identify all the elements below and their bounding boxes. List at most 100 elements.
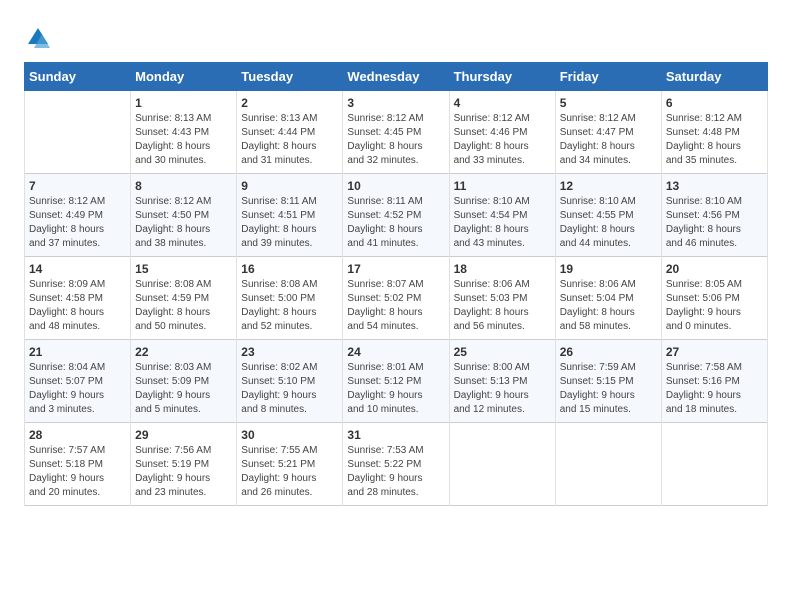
day-content: Sunrise: 7:58 AM Sunset: 5:16 PM Dayligh…: [666, 361, 763, 417]
calendar-week: 1 Sunrise: 8:13 AM Sunset: 4:43 PM Daylig…: [25, 91, 768, 174]
day-number: 31: [347, 428, 444, 442]
calendar-body: 1 Sunrise: 8:13 AM Sunset: 4:43 PM Daylig…: [25, 91, 768, 506]
day-number: 26: [560, 345, 657, 359]
calendar-cell: 5 Sunrise: 8:12 AM Sunset: 4:47 PM Daylig…: [555, 91, 661, 174]
calendar-cell: 9Sunrise: 8:11 AM Sunset: 4:51 PM Daylig…: [237, 174, 343, 257]
day-content: Sunrise: 7:56 AM Sunset: 5:19 PM Dayligh…: [135, 444, 232, 500]
calendar-cell: 10 Sunrise: 8:11 AM Sunset: 4:52 PM Dayli…: [343, 174, 449, 257]
day-number: 3: [347, 96, 444, 110]
header-day: Sunday: [25, 63, 131, 91]
day-number: 22: [135, 345, 232, 359]
day-content: Sunrise: 8:12 AM Sunset: 4:47 PM Dayligh…: [560, 112, 657, 168]
calendar-cell: 6Sunrise: 8:12 AM Sunset: 4:48 PM Daylig…: [661, 91, 767, 174]
calendar-cell: 3 Sunrise: 8:12 AM Sunset: 4:45 PM Daylig…: [343, 91, 449, 174]
header-day: Monday: [131, 63, 237, 91]
day-content: Sunrise: 8:01 AM Sunset: 5:12 PM Dayligh…: [347, 361, 444, 417]
calendar-table: SundayMondayTuesdayWednesdayThursdayFrid…: [24, 62, 768, 506]
day-number: 4: [454, 96, 551, 110]
day-number: 27: [666, 345, 763, 359]
calendar-week: 7 Sunrise: 8:12 AM Sunset: 4:49 PM Daylig…: [25, 174, 768, 257]
calendar-cell: [25, 91, 131, 174]
day-content: Sunrise: 8:11 AM Sunset: 4:52 PM Dayligh…: [347, 195, 444, 251]
day-number: 19: [560, 262, 657, 276]
header-day: Wednesday: [343, 63, 449, 91]
calendar-cell: 7 Sunrise: 8:12 AM Sunset: 4:49 PM Daylig…: [25, 174, 131, 257]
day-content: Sunrise: 8:12 AM Sunset: 4:48 PM Dayligh…: [666, 112, 763, 168]
day-content: Sunrise: 8:12 AM Sunset: 4:46 PM Dayligh…: [454, 112, 551, 168]
calendar-week: 21 Sunrise: 8:04 AM Sunset: 5:07 PM Dayli…: [25, 340, 768, 423]
day-number: 10: [347, 179, 444, 193]
day-number: 7: [29, 179, 126, 193]
day-content: Sunrise: 8:10 AM Sunset: 4:54 PM Dayligh…: [454, 195, 551, 251]
calendar-week: 28 Sunrise: 7:57 AM Sunset: 5:18 PM Dayli…: [25, 423, 768, 506]
calendar-cell: 4 Sunrise: 8:12 AM Sunset: 4:46 PM Daylig…: [449, 91, 555, 174]
header-day: Thursday: [449, 63, 555, 91]
day-content: Sunrise: 8:06 AM Sunset: 5:03 PM Dayligh…: [454, 278, 551, 334]
day-number: 13: [666, 179, 763, 193]
day-number: 12: [560, 179, 657, 193]
day-number: 5: [560, 96, 657, 110]
day-content: Sunrise: 7:59 AM Sunset: 5:15 PM Dayligh…: [560, 361, 657, 417]
day-content: Sunrise: 8:08 AM Sunset: 5:00 PM Dayligh…: [241, 278, 338, 334]
day-number: 1: [135, 96, 232, 110]
day-number: 9: [241, 179, 338, 193]
calendar-cell: 15Sunrise: 8:08 AM Sunset: 4:59 PM Dayli…: [131, 257, 237, 340]
day-content: Sunrise: 8:10 AM Sunset: 4:56 PM Dayligh…: [666, 195, 763, 251]
calendar-cell: 27 Sunrise: 7:58 AM Sunset: 5:16 PM Dayli…: [661, 340, 767, 423]
calendar-cell: 24 Sunrise: 8:01 AM Sunset: 5:12 PM Dayli…: [343, 340, 449, 423]
day-content: Sunrise: 8:05 AM Sunset: 5:06 PM Dayligh…: [666, 278, 763, 334]
day-content: Sunrise: 8:06 AM Sunset: 5:04 PM Dayligh…: [560, 278, 657, 334]
day-number: 2: [241, 96, 338, 110]
calendar-week: 14 Sunrise: 8:09 AM Sunset: 4:58 PM Dayli…: [25, 257, 768, 340]
header: [24, 20, 768, 52]
day-content: Sunrise: 8:13 AM Sunset: 4:43 PM Dayligh…: [135, 112, 232, 168]
day-number: 29: [135, 428, 232, 442]
day-content: Sunrise: 8:07 AM Sunset: 5:02 PM Dayligh…: [347, 278, 444, 334]
day-number: 17: [347, 262, 444, 276]
day-content: Sunrise: 8:00 AM Sunset: 5:13 PM Dayligh…: [454, 361, 551, 417]
calendar-cell: 13 Sunrise: 8:10 AM Sunset: 4:56 PM Dayli…: [661, 174, 767, 257]
header-day: Friday: [555, 63, 661, 91]
calendar-cell: 8Sunrise: 8:12 AM Sunset: 4:50 PM Daylig…: [131, 174, 237, 257]
day-content: Sunrise: 8:12 AM Sunset: 4:45 PM Dayligh…: [347, 112, 444, 168]
calendar-cell: [449, 423, 555, 506]
day-number: 20: [666, 262, 763, 276]
day-content: Sunrise: 8:09 AM Sunset: 4:58 PM Dayligh…: [29, 278, 126, 334]
day-number: 21: [29, 345, 126, 359]
calendar-cell: 19 Sunrise: 8:06 AM Sunset: 5:04 PM Dayli…: [555, 257, 661, 340]
day-content: Sunrise: 8:08 AM Sunset: 4:59 PM Dayligh…: [135, 278, 232, 334]
day-number: 16: [241, 262, 338, 276]
calendar-cell: 30 Sunrise: 7:55 AM Sunset: 5:21 PM Dayli…: [237, 423, 343, 506]
day-content: Sunrise: 7:53 AM Sunset: 5:22 PM Dayligh…: [347, 444, 444, 500]
calendar-cell: 17 Sunrise: 8:07 AM Sunset: 5:02 PM Dayli…: [343, 257, 449, 340]
header-row: SundayMondayTuesdayWednesdayThursdayFrid…: [25, 63, 768, 91]
header-day: Tuesday: [237, 63, 343, 91]
calendar-cell: 22Sunrise: 8:03 AM Sunset: 5:09 PM Dayli…: [131, 340, 237, 423]
day-content: Sunrise: 8:12 AM Sunset: 4:49 PM Dayligh…: [29, 195, 126, 251]
calendar-cell: 25Sunrise: 8:00 AM Sunset: 5:13 PM Dayli…: [449, 340, 555, 423]
header-day: Saturday: [661, 63, 767, 91]
day-number: 23: [241, 345, 338, 359]
day-content: Sunrise: 8:12 AM Sunset: 4:50 PM Dayligh…: [135, 195, 232, 251]
calendar-cell: 2Sunrise: 8:13 AM Sunset: 4:44 PM Daylig…: [237, 91, 343, 174]
calendar-cell: 1 Sunrise: 8:13 AM Sunset: 4:43 PM Daylig…: [131, 91, 237, 174]
day-content: Sunrise: 7:55 AM Sunset: 5:21 PM Dayligh…: [241, 444, 338, 500]
calendar-cell: [661, 423, 767, 506]
calendar-cell: 28 Sunrise: 7:57 AM Sunset: 5:18 PM Dayli…: [25, 423, 131, 506]
day-number: 14: [29, 262, 126, 276]
day-number: 24: [347, 345, 444, 359]
calendar-cell: 29 Sunrise: 7:56 AM Sunset: 5:19 PM Dayli…: [131, 423, 237, 506]
calendar-cell: 31 Sunrise: 7:53 AM Sunset: 5:22 PM Dayli…: [343, 423, 449, 506]
day-content: Sunrise: 8:10 AM Sunset: 4:55 PM Dayligh…: [560, 195, 657, 251]
day-number: 28: [29, 428, 126, 442]
day-content: Sunrise: 8:04 AM Sunset: 5:07 PM Dayligh…: [29, 361, 126, 417]
day-content: Sunrise: 8:02 AM Sunset: 5:10 PM Dayligh…: [241, 361, 338, 417]
day-number: 11: [454, 179, 551, 193]
calendar-header: SundayMondayTuesdayWednesdayThursdayFrid…: [25, 63, 768, 91]
logo: [24, 24, 56, 52]
calendar-cell: 18Sunrise: 8:06 AM Sunset: 5:03 PM Dayli…: [449, 257, 555, 340]
day-content: Sunrise: 7:57 AM Sunset: 5:18 PM Dayligh…: [29, 444, 126, 500]
calendar-cell: 26 Sunrise: 7:59 AM Sunset: 5:15 PM Dayli…: [555, 340, 661, 423]
day-number: 30: [241, 428, 338, 442]
logo-icon: [24, 24, 52, 52]
